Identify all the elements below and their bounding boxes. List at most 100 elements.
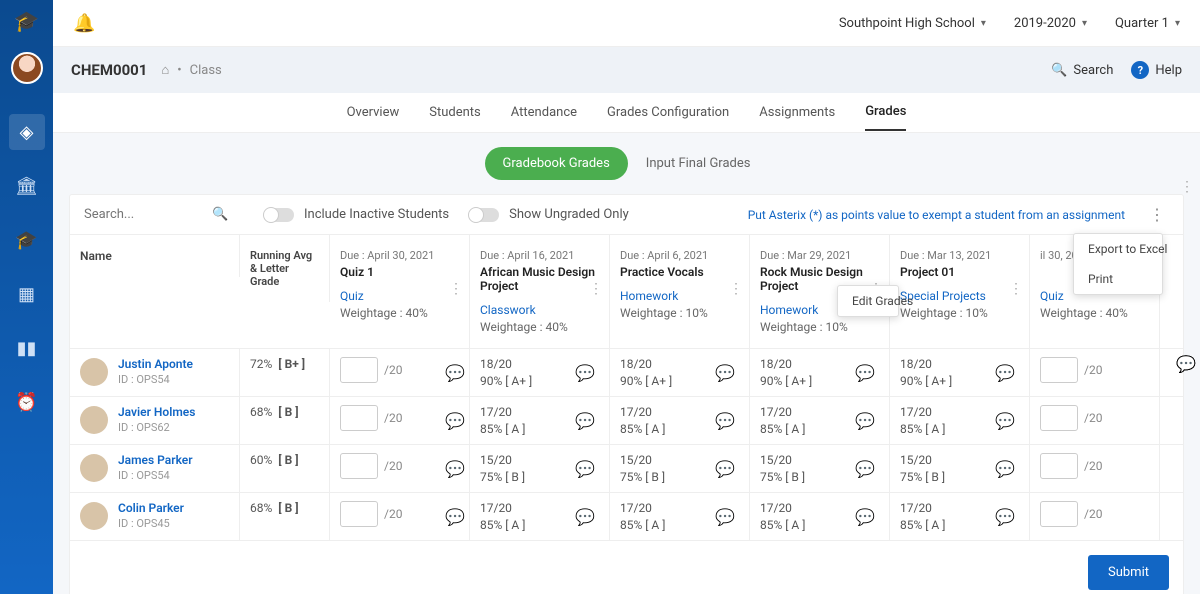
nav-institution-icon[interactable]: 🏛 [9,168,45,204]
assignment-menu-button[interactable]: ⋮ [449,281,463,297]
comment-icon[interactable]: 💬 [575,459,595,478]
user-avatar[interactable] [11,52,43,84]
grade-input-cell: /20💬 [330,397,470,444]
comment-icon[interactable]: 💬 [715,507,735,526]
assignment-menu-button[interactable]: ⋮ [589,281,603,297]
home-icon[interactable]: ⌂ [161,62,169,78]
student-name-link[interactable]: Colin Parker [118,501,184,515]
search-button[interactable]: 🔍Search [1051,63,1113,78]
student-name-link[interactable]: James Parker [118,453,193,467]
tab-attendance[interactable]: Attendance [511,95,577,130]
comment-icon[interactable]: 💬 [855,411,875,430]
grade-input[interactable] [340,501,378,527]
comment-icon[interactable]: 💬 [995,363,1015,382]
quarter-selector[interactable]: Quarter 1▾ [1115,16,1180,31]
grade-input[interactable] [1040,357,1078,383]
nav-reports-icon[interactable]: ▮▮ [9,330,45,366]
student-name-link[interactable]: Javier Holmes [118,405,195,419]
nav-calendar-icon[interactable]: ▦ [9,276,45,312]
toolbar-menu-button[interactable]: ⋮ [1145,205,1169,224]
comment-icon[interactable]: 💬 [715,411,735,430]
grade-input[interactable] [1040,501,1078,527]
search-icon[interactable]: 🔍 [212,207,228,222]
assignment-type-link[interactable]: Classwork [480,303,599,317]
score-cell: 15/2075% [ B ]💬 [750,445,890,492]
running-avg-cell: 72% [ B+ ] [240,349,330,396]
comment-icon[interactable]: 💬 [445,411,465,430]
grade-input[interactable] [340,405,378,431]
student-cell: Javier HolmesID : OPS62 [70,397,240,444]
score-cell: 17/2085% [ A ]💬 [470,493,610,540]
print-item[interactable]: Print [1074,264,1162,294]
comment-icon[interactable]: 💬 [995,411,1015,430]
tab-grades[interactable]: Grades [865,94,906,131]
comment-icon[interactable]: 💬 [855,459,875,478]
grade-input[interactable] [340,357,378,383]
tab-grades-configuration[interactable]: Grades Configuration [607,95,729,130]
notifications-icon[interactable]: 🔔 [73,13,95,34]
student-name-link[interactable]: Justin Aponte [118,357,193,371]
tab-assignments[interactable]: Assignments [759,95,835,130]
grade-input-cell: /20💬 [330,445,470,492]
export-excel-item[interactable]: Export to Excel [1074,234,1162,264]
help-icon: ? [1131,61,1149,79]
comment-icon[interactable]: 💬 [995,459,1015,478]
toggle-ungraded-only[interactable] [469,208,499,222]
assignment-type-link[interactable]: Quiz [340,289,459,303]
tab-students[interactable]: Students [429,95,481,130]
year-selector[interactable]: 2019-2020▾ [1014,16,1087,31]
score-cell: 18/2090% [ A+ ]💬 [470,349,610,396]
grade-input[interactable] [1040,453,1078,479]
running-avg-cell: 68% [ B ] [240,397,330,444]
score-cell: 17/2085% [ A ]💬 [750,493,890,540]
search-input[interactable] [84,207,204,222]
student-cell: Colin ParkerID : OPS45 [70,493,240,540]
help-button[interactable]: ?Help [1131,61,1182,79]
search-icon: 🔍 [1051,63,1067,78]
assignment-type-link[interactable]: Homework [620,289,739,303]
comment-icon[interactable]: 💬 [1176,354,1196,373]
topbar: 🔔 Southpoint High School▾ 2019-2020▾ Qua… [53,0,1200,47]
assignment-menu-button[interactable]: ⋮ [1009,281,1023,297]
score-cell: 17/2085% [ A ]💬 [610,397,750,444]
student-id: ID : OPS54 [118,373,193,386]
col-assignment: Due : April 6, 2021Practice VocalsHomewo… [610,235,750,348]
grade-input[interactable] [1040,405,1078,431]
nav-alarm-icon[interactable]: ⏰ [9,384,45,420]
toggle-inactive-students[interactable] [264,208,294,222]
running-avg-cell: 60% [ B ] [240,445,330,492]
comment-icon[interactable]: 💬 [715,363,735,382]
pill-input-final-grades[interactable]: Input Final Grades [628,147,769,180]
comment-icon[interactable]: 💬 [445,459,465,478]
comment-icon[interactable]: 💬 [445,507,465,526]
school-selector[interactable]: Southpoint High School▾ [839,16,986,31]
student-avatar [80,406,108,434]
score-cell: 17/2085% [ A ]💬 [890,493,1030,540]
grade-input[interactable] [340,453,378,479]
nav-academics-icon[interactable]: 🎓 [9,222,45,258]
score-cell: 18/2090% [ A+ ]💬 [750,349,890,396]
score-cell: 15/2075% [ B ]💬 [890,445,1030,492]
tab-overview[interactable]: Overview [347,95,400,130]
chevron-down-icon: ▾ [981,18,986,29]
grade-input-cell: /20💬 [330,349,470,396]
score-cell: 17/2085% [ A ]💬 [470,397,610,444]
comment-icon[interactable]: 💬 [715,459,735,478]
comment-icon[interactable]: 💬 [575,363,595,382]
nav-layers-icon[interactable]: ◈ [9,114,45,150]
assignment-menu-button[interactable]: ⋮ [1180,179,1194,195]
comment-icon[interactable]: 💬 [575,507,595,526]
comment-icon[interactable]: 💬 [575,411,595,430]
edit-grades-item[interactable]: Edit Grades [838,286,898,316]
submit-button[interactable]: Submit [1088,555,1169,590]
assignment-type-link[interactable]: Special Projects [900,289,1019,303]
col-assignment: Due : Mar 13, 2021Project 01Special Proj… [890,235,1030,348]
comment-icon[interactable]: 💬 [855,363,875,382]
course-code: CHEM0001 [71,61,147,79]
pill-gradebook-grades[interactable]: Gradebook Grades [485,147,628,180]
comment-icon[interactable]: 💬 [995,507,1015,526]
toolbar: 🔍 Include Inactive Students Show Ungrade… [70,195,1183,235]
assignment-menu-button[interactable]: ⋮ [729,281,743,297]
comment-icon[interactable]: 💬 [855,507,875,526]
comment-icon[interactable]: 💬 [445,363,465,382]
